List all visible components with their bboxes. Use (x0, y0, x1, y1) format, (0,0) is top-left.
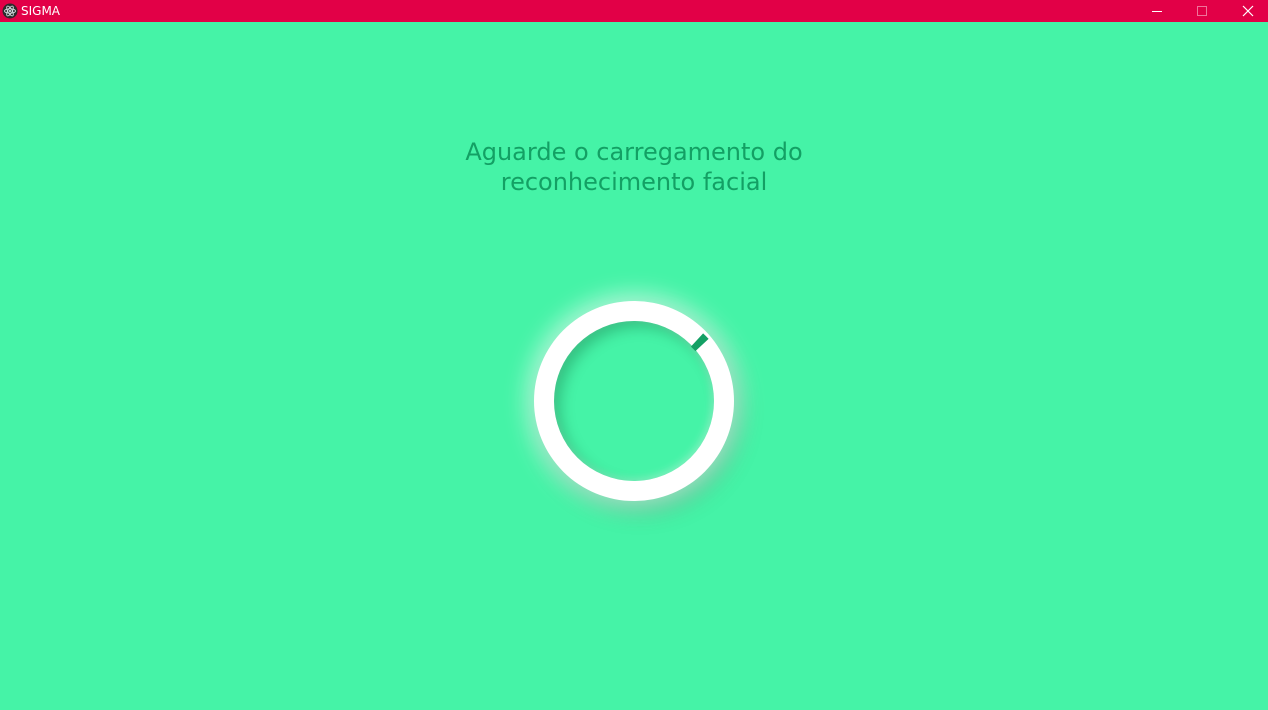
close-button[interactable] (1225, 0, 1268, 22)
maximize-icon (1197, 6, 1207, 16)
minimize-icon (1152, 11, 1162, 12)
app-logo-icon (2, 3, 18, 19)
close-icon (1242, 5, 1254, 17)
app-window: SIGMA Aguarde o carregamento do reconhec… (0, 0, 1268, 710)
spinner-indicator (690, 333, 709, 352)
loading-message: Aguarde o carregamento do reconhecimento… (334, 137, 934, 197)
maximize-button[interactable] (1179, 0, 1225, 22)
title-bar[interactable]: SIGMA (0, 0, 1268, 22)
window-title: SIGMA (21, 4, 61, 18)
loading-message-line2: reconhecimento facial (500, 168, 768, 196)
loading-spinner (534, 301, 734, 501)
minimize-button[interactable] (1134, 0, 1180, 22)
loading-message-line1: Aguarde o carregamento do (465, 138, 803, 166)
